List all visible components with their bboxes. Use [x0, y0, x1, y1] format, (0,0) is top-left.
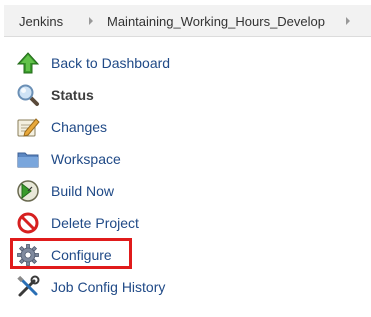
sidebar-item-changes[interactable]: Changes: [16, 113, 107, 141]
sidebar-item-label: Configure: [51, 247, 112, 263]
no-entry-icon: [17, 212, 39, 234]
sidebar-item-back-to-dashboard[interactable]: Back to Dashboard: [16, 49, 170, 77]
sidebar-item-label: Delete Project: [51, 215, 139, 231]
jenkins-job-page: Jenkins Maintaining_Working_Hours_Develo…: [0, 0, 371, 317]
sidebar-item-configure[interactable]: Configure: [16, 241, 112, 269]
sidebar-item-job-config-history[interactable]: Job Config History: [16, 273, 165, 301]
sidebar-item-label: Back to Dashboard: [51, 55, 171, 71]
breadcrumb-item-job[interactable]: Maintaining_Working_Hours_Develop: [107, 14, 325, 29]
sidebar-item-label: Changes: [51, 119, 108, 135]
sidebar-item-label: Build Now: [51, 183, 115, 199]
breadcrumb-item-jenkins[interactable]: Jenkins: [19, 14, 63, 29]
sidebar-item-label: Job Config History: [51, 279, 166, 295]
folder-icon: [17, 152, 39, 168]
breadcrumb-separator-icon[interactable]: [346, 17, 350, 25]
notepad-icon: [17, 118, 40, 137]
tools-icon: [17, 275, 40, 297]
sidebar-item-label: Status: [51, 87, 94, 103]
up-arrow-icon: [16, 52, 40, 74]
sidebar-item-label: Workspace: [51, 151, 121, 167]
breadcrumb: Jenkins Maintaining_Working_Hours_Develo…: [4, 5, 371, 37]
sidebar-item-delete-project[interactable]: Delete Project: [16, 209, 139, 237]
breadcrumb-separator-icon[interactable]: [89, 17, 93, 25]
sidebar-item-workspace[interactable]: Workspace: [16, 145, 121, 173]
clock-play-icon: [17, 180, 39, 202]
magnifier-icon: [17, 84, 39, 106]
sidebar-item-build-now[interactable]: Build Now: [16, 177, 114, 205]
sidebar-item-status[interactable]: Status: [16, 81, 94, 109]
gear-icon: [17, 244, 39, 266]
